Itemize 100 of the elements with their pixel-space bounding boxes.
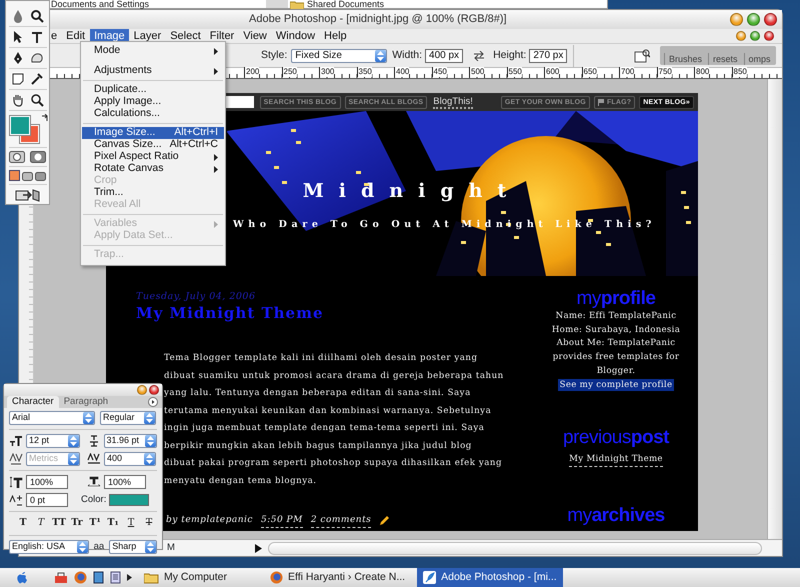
menu-item[interactable]: e (47, 29, 62, 43)
pen-icon[interactable] (11, 51, 25, 65)
menu-item[interactable]: Filter (206, 29, 238, 43)
screen-mode-icon[interactable] (22, 170, 33, 181)
eyedropper-icon[interactable] (30, 72, 44, 86)
pencil-icon[interactable] (379, 515, 390, 526)
horizontal-scrollbar[interactable] (268, 542, 762, 554)
text-style-button[interactable]: TT (51, 516, 67, 530)
minimize-button[interactable] (137, 385, 147, 395)
width-field[interactable]: 400 px (425, 48, 464, 62)
document-icon[interactable] (93, 571, 104, 584)
language-dropdown[interactable]: English: USA (9, 540, 89, 554)
close-button[interactable] (149, 385, 159, 395)
folder-label[interactable]: Documents and Settings (51, 0, 266, 9)
text-style-button[interactable]: T (15, 516, 31, 530)
font-family-dropdown[interactable]: Arial (9, 411, 95, 425)
spinner-arrows-icon[interactable] (78, 542, 86, 552)
panel-tab[interactable]: Character (7, 396, 59, 408)
font-size-dropdown[interactable]: 12 pt (26, 434, 80, 448)
close-button[interactable] (764, 31, 774, 41)
spinner-arrows-icon[interactable] (146, 413, 153, 423)
horizontal-scale-field[interactable]: 100% (104, 475, 146, 489)
quick-mask-icon[interactable] (30, 151, 46, 163)
menu-item[interactable]: Layer (130, 29, 166, 43)
taskbar-button[interactable]: My Computer (138, 568, 258, 587)
close-button[interactable] (764, 13, 777, 26)
menu-item[interactable]: Rotate Canvas (82, 163, 224, 175)
text-style-button[interactable]: T¹ (87, 516, 103, 530)
tracking-dropdown[interactable]: 400 (104, 452, 156, 466)
panel-menu-icon[interactable] (148, 397, 158, 407)
menu-item[interactable]: Image Size... Alt+Ctrl+I (82, 127, 224, 139)
spinner-arrows-icon[interactable] (147, 542, 154, 552)
text-style-button[interactable]: T (33, 516, 49, 530)
globe-icon[interactable] (74, 571, 87, 584)
vertical-scale-field[interactable]: 100% (26, 475, 68, 489)
toolbox-icon[interactable] (54, 571, 68, 584)
palette-tab[interactable]: resets (708, 53, 742, 65)
comments-link[interactable]: 2 comments (310, 514, 372, 528)
apple-icon[interactable] (16, 571, 28, 584)
spinner-arrows-icon[interactable] (146, 454, 153, 464)
spinner-arrows-icon[interactable] (85, 413, 92, 423)
shape-icon[interactable] (30, 51, 44, 65)
chevron-icon[interactable] (127, 574, 132, 581)
text-style-button[interactable]: T (141, 516, 157, 530)
menu-item[interactable]: Select (166, 29, 205, 43)
jump-to-icon[interactable] (14, 188, 40, 202)
type-tool-icon[interactable] (30, 30, 44, 44)
post-time-link[interactable]: 5:50 PM (260, 514, 303, 528)
search-field[interactable] (226, 96, 254, 108)
note-icon[interactable] (11, 72, 25, 86)
taskbar-button[interactable]: Effi Haryanti › Create N... (264, 568, 412, 587)
baseline-shift-field[interactable]: 0 pt (26, 493, 68, 508)
menu-item[interactable]: Edit (62, 29, 90, 43)
screen-mode-icon[interactable] (9, 170, 20, 181)
palette-toggle-icon[interactable] (634, 48, 650, 62)
zoom-button[interactable] (747, 13, 760, 26)
spinner-arrows-icon[interactable] (377, 50, 384, 60)
minimize-button[interactable] (736, 31, 746, 41)
magnifier-icon[interactable] (30, 9, 44, 23)
magnifier-icon[interactable] (30, 93, 44, 107)
swap-colors-icon[interactable] (40, 114, 48, 122)
hand-icon[interactable] (11, 93, 25, 107)
menu-item[interactable]: Canvas Size... Alt+Ctrl+C (82, 139, 224, 151)
folder-label[interactable]: Shared Documents (307, 0, 384, 9)
palette-tab[interactable]: Brushes (664, 53, 706, 65)
text-style-button[interactable]: T (123, 516, 139, 530)
vertical-scrollbar[interactable] (767, 79, 782, 539)
panel-tab[interactable]: Paragraph (58, 396, 114, 408)
previous-post-link[interactable]: My Midnight Theme (569, 452, 663, 468)
menu-item[interactable]: Calculations... (82, 108, 224, 120)
play-arrow-icon[interactable] (254, 544, 262, 552)
taskbar-button[interactable]: Adobe Photoshop - [mi... (417, 568, 563, 587)
text-color-swatch[interactable] (109, 494, 150, 506)
minimize-button[interactable] (730, 13, 743, 26)
leading-dropdown[interactable]: 31.96 pt (104, 434, 157, 448)
zoom-button[interactable] (750, 31, 760, 41)
spinner-arrows-icon[interactable] (147, 436, 154, 446)
standard-mode-icon[interactable] (9, 151, 25, 163)
text-style-button[interactable]: Tr (69, 516, 85, 530)
menu-item[interactable]: Duplicate... (82, 84, 224, 96)
menu-item[interactable]: Pixel Aspect Ratio (82, 151, 224, 163)
blogthis-link[interactable]: BlogThis! (433, 96, 473, 108)
droplet-icon[interactable] (11, 9, 25, 23)
antialias-dropdown[interactable]: Sharp (109, 540, 157, 554)
menu-item[interactable]: Window (272, 29, 320, 43)
height-field[interactable]: 270 px (529, 48, 568, 62)
font-style-dropdown[interactable]: Regular (100, 411, 156, 425)
spinner-arrows-icon[interactable] (70, 436, 76, 446)
profile-link[interactable]: See my complete profile (558, 378, 674, 391)
menu-item[interactable]: View (239, 29, 271, 43)
menu-item[interactable]: Help (320, 29, 351, 43)
style-dropdown[interactable]: Fixed Size (291, 48, 388, 62)
menu-item[interactable]: Apply Image... (82, 96, 224, 108)
menu-item[interactable]: Adjustments (82, 65, 224, 77)
menu-item[interactable]: Mode (82, 45, 224, 57)
swap-arrows-icon[interactable] (473, 50, 486, 60)
foreground-color-swatch[interactable] (10, 116, 30, 135)
menu-item[interactable]: Trim... (82, 187, 224, 199)
screen-mode-icon[interactable] (35, 170, 46, 181)
notepad-icon[interactable] (110, 571, 121, 584)
